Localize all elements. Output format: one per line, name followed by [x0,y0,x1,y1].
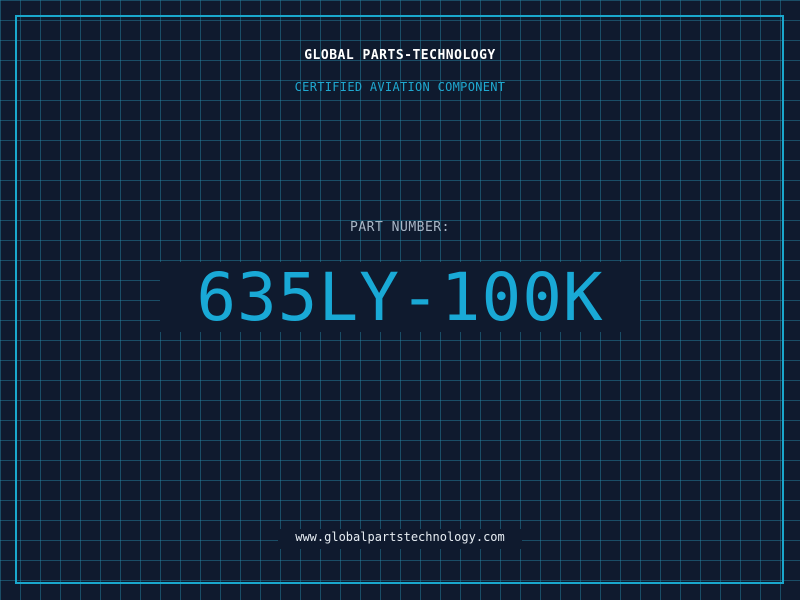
tagline: CERTIFIED AVIATION COMPONENT [294,80,506,94]
website-url: www.globalpartstechnology.com [295,530,505,544]
part-number-label: PART NUMBER: [350,220,450,235]
company-name: GLOBAL PARTS-TECHNOLOGY [304,48,496,63]
label-canvas: GLOBAL PARTS-TECHNOLOGY CERTIFIED AVIATI… [0,0,800,600]
part-number-value: 635LY-100K [196,259,604,336]
